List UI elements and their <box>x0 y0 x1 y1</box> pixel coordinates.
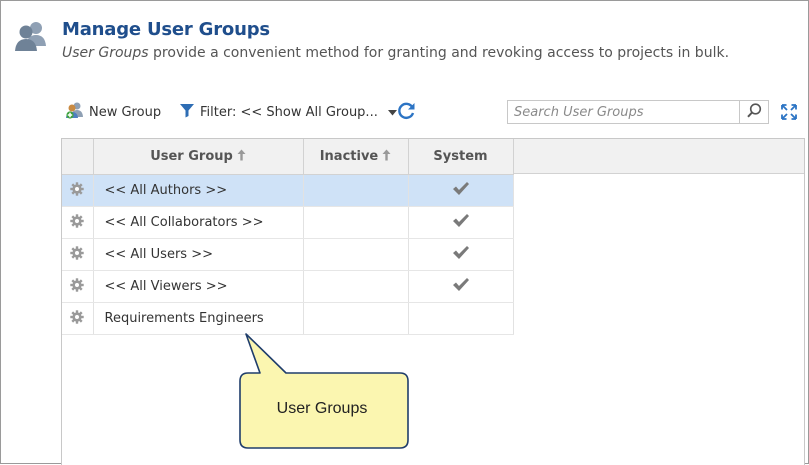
toolbar: New Group Filter: << Show All Group... <box>62 98 802 126</box>
callout-bubble <box>239 333 409 449</box>
row-actions-cell[interactable] <box>62 302 94 335</box>
filter-label: Filter: << Show All Group... <box>200 104 378 120</box>
inactive-cell <box>303 270 409 303</box>
refresh-button[interactable] <box>397 98 421 126</box>
new-group-label: New Group <box>89 104 162 120</box>
row-actions-cell[interactable] <box>62 206 94 239</box>
gear-icon[interactable] <box>70 277 84 296</box>
column-header-label: Inactive <box>319 148 379 164</box>
column-header-label: System <box>433 149 488 164</box>
checkmark-icon <box>452 182 470 200</box>
add-user-group-icon <box>66 101 89 123</box>
user-groups-grid: User Group Inactive System << All Author… <box>61 138 805 465</box>
user-groups-table: User Group Inactive System << All Author… <box>62 139 514 335</box>
filter-dropdown[interactable]: Filter: << Show All Group... <box>179 98 402 126</box>
page-title: Manage User Groups <box>62 19 270 40</box>
gear-icon[interactable] <box>70 213 84 232</box>
checkmark-icon <box>452 278 470 296</box>
sort-up-arrow-icon <box>237 149 246 165</box>
column-header-inactive[interactable]: Inactive <box>303 139 409 175</box>
page-subtitle: User Groups provide a convenient method … <box>62 45 729 61</box>
subtitle-emphasis: User Groups <box>62 45 149 61</box>
table-row[interactable]: << All Viewers >> <box>62 270 514 303</box>
column-header-system[interactable]: System <box>408 139 514 175</box>
expand-button[interactable] <box>780 103 798 121</box>
search-box <box>507 100 769 124</box>
user-group-icon <box>14 20 48 52</box>
new-group-button[interactable]: New Group <box>66 98 161 126</box>
row-actions-cell[interactable] <box>62 174 94 207</box>
column-header-user-group[interactable]: User Group <box>93 139 304 175</box>
system-cell <box>408 206 514 239</box>
filter-icon <box>179 102 200 122</box>
inactive-cell <box>303 238 409 271</box>
gear-icon[interactable] <box>70 181 84 200</box>
row-actions-cell[interactable] <box>62 238 94 271</box>
subtitle-text: provide a convenient method for granting… <box>148 45 730 61</box>
user-group-name: << All Users >> <box>93 238 304 271</box>
inactive-cell <box>303 302 409 335</box>
user-group-name: Requirements Engineers <box>93 302 304 335</box>
search-button[interactable] <box>739 101 768 123</box>
user-group-name: << All Authors >> <box>93 174 304 207</box>
table-row[interactable]: << All Users >> <box>62 238 514 271</box>
callout-text: User Groups <box>276 400 368 417</box>
expand-icon <box>780 104 798 125</box>
search-input[interactable] <box>508 101 740 123</box>
user-group-name: << All Viewers >> <box>93 270 304 303</box>
inactive-cell <box>303 206 409 239</box>
refresh-icon <box>397 101 421 124</box>
column-header-actions <box>62 139 94 175</box>
table-row[interactable]: << All Collaborators >> <box>62 206 514 239</box>
table-row[interactable]: << All Authors >> <box>62 174 514 207</box>
checkmark-icon <box>452 214 470 232</box>
system-cell <box>408 302 514 335</box>
sort-up-arrow-icon <box>382 149 391 165</box>
inactive-cell <box>303 174 409 207</box>
table-row[interactable]: Requirements Engineers <box>62 302 514 335</box>
table-header-row: User Group Inactive System <box>62 139 514 175</box>
row-actions-cell[interactable] <box>62 270 94 303</box>
user-group-name: << All Collaborators >> <box>93 206 304 239</box>
checkmark-icon <box>452 246 470 264</box>
system-cell <box>408 174 514 207</box>
gear-icon[interactable] <box>70 245 84 264</box>
system-cell <box>408 238 514 271</box>
search-icon <box>746 102 762 122</box>
gear-icon[interactable] <box>70 309 84 328</box>
column-header-label: User Group <box>150 148 233 164</box>
system-cell <box>408 270 514 303</box>
